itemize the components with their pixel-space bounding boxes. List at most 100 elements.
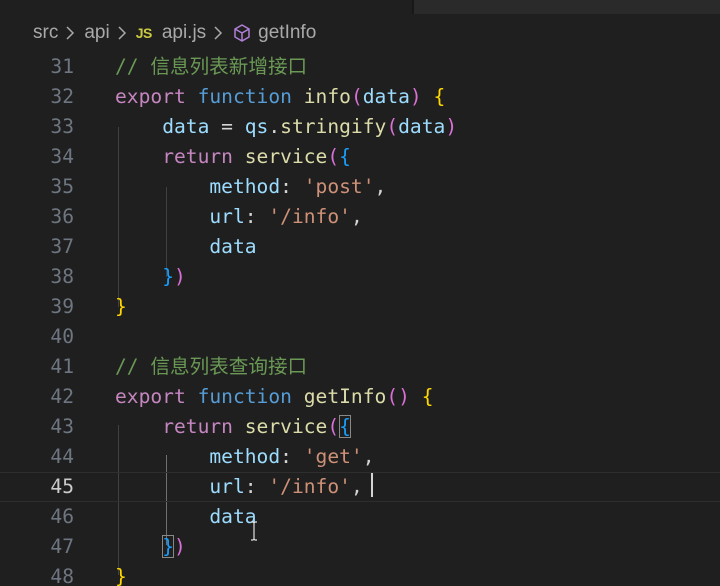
active-tab[interactable] xyxy=(0,0,412,14)
code-token: method xyxy=(209,175,281,198)
code-token: ) xyxy=(173,265,186,288)
code-line[interactable]: 35 method: 'post', xyxy=(0,172,720,202)
code-token: url xyxy=(209,205,245,228)
code-token: '/info' xyxy=(268,475,351,498)
code-token: } xyxy=(162,265,174,288)
line-content[interactable]: method: 'get', xyxy=(115,442,374,472)
line-content[interactable]: data xyxy=(115,232,257,262)
code-line[interactable]: 37 data xyxy=(0,232,720,262)
line-number: 34 xyxy=(50,145,74,168)
breadcrumb-symbol[interactable]: getInfo xyxy=(258,22,316,44)
code-token: ( xyxy=(386,115,399,138)
line-number: 43 xyxy=(50,415,74,438)
line-content[interactable]: } xyxy=(115,562,127,586)
code-line[interactable]: 36 url: '/info', xyxy=(0,202,720,232)
line-content[interactable]: data xyxy=(115,502,256,532)
code-line[interactable]: 33 data = qs.stringify(data) xyxy=(0,112,720,142)
code-token: } xyxy=(162,535,174,558)
code-editor[interactable]: src api JS api.js getInfo 31// 信息列表新增接口 3… xyxy=(0,0,720,586)
breadcrumb-api[interactable]: api xyxy=(84,22,109,44)
code-token: function xyxy=(197,385,292,408)
code-token: data xyxy=(209,235,257,258)
line-content[interactable]: // 信息列表新增接口 xyxy=(115,52,307,82)
code-area[interactable]: 31// 信息列表新增接口 32 export function info(data… xyxy=(0,52,720,586)
line-content[interactable]: url: '/info', xyxy=(115,202,362,232)
line-content[interactable]: data = qs.stringify(data) xyxy=(115,112,457,142)
inactive-tab[interactable] xyxy=(414,0,720,14)
code-line[interactable]: 46 data xyxy=(0,502,720,532)
code-token: method xyxy=(209,445,281,468)
line-content[interactable]: url: '/info', xyxy=(115,473,363,501)
code-token: 'get' xyxy=(303,445,363,468)
code-token: ) xyxy=(173,535,186,558)
code-token: info xyxy=(303,85,351,108)
code-token: ) xyxy=(409,85,422,108)
text-cursor xyxy=(371,473,373,497)
code-line[interactable]: 45 url: '/info', xyxy=(0,472,720,502)
code-token: url xyxy=(209,475,245,498)
line-number: 41 xyxy=(50,355,74,378)
text-cursor-icon xyxy=(251,521,257,541)
code-token: ( xyxy=(350,85,363,108)
line-content[interactable]: export function getInfo() { xyxy=(115,382,434,412)
code-line[interactable]: 38 }) xyxy=(0,262,720,292)
line-number: 37 xyxy=(50,235,74,258)
line-number: 36 xyxy=(50,205,74,228)
line-number: 42 xyxy=(50,385,74,408)
chevron-right-icon xyxy=(118,26,126,40)
line-content[interactable]: }) xyxy=(115,532,186,562)
code-token: } xyxy=(115,565,127,586)
code-line[interactable]: 34 return service({ xyxy=(0,142,720,172)
code-line[interactable]: 43 return service({ xyxy=(0,412,720,442)
code-line[interactable]: 48} xyxy=(0,562,720,586)
line-content[interactable]: }) xyxy=(115,262,186,292)
code-line[interactable]: 47 }) xyxy=(0,532,720,562)
code-token: { xyxy=(433,85,446,108)
chevron-right-icon xyxy=(214,26,223,40)
code-token: getInfo xyxy=(303,385,387,408)
code-line[interactable]: 41 // 信息列表查询接口 xyxy=(0,352,720,382)
code-line[interactable]: 32 export function info(data) { xyxy=(0,82,720,112)
code-token: stringify xyxy=(280,115,387,138)
line-number: 48 xyxy=(50,565,74,586)
breadcrumb: src api JS api.js getInfo xyxy=(0,14,720,52)
code-token: , xyxy=(374,175,387,198)
code-line[interactable]: 31 // 信息列表新增接口 xyxy=(0,52,720,82)
code-line[interactable]: 39} xyxy=(0,292,720,322)
code-token: // 信息列表新增接口 xyxy=(115,55,308,78)
code-token: : xyxy=(244,475,269,498)
code-token: data xyxy=(398,115,446,138)
line-content[interactable]: export function info(data) { xyxy=(115,82,445,112)
code-line[interactable]: 40 xyxy=(0,322,720,352)
code-token: '/info' xyxy=(268,205,351,228)
line-content[interactable]: method: 'post', xyxy=(115,172,386,202)
code-line[interactable]: 42 export function getInfo() { xyxy=(0,382,720,412)
breadcrumb-file[interactable]: api.js xyxy=(162,22,206,44)
chevron-right-icon xyxy=(66,26,75,40)
code-token: function xyxy=(197,85,292,108)
code-token: () xyxy=(386,385,410,408)
code-token: { xyxy=(421,385,434,408)
line-content[interactable]: // 信息列表查询接口 xyxy=(115,352,307,382)
line-content[interactable]: } xyxy=(115,292,127,322)
breadcrumb-src[interactable]: src xyxy=(33,22,58,44)
line-number: 38 xyxy=(50,265,74,288)
code-token: , xyxy=(350,475,363,498)
line-content[interactable]: return service({ xyxy=(115,412,351,442)
code-token: service xyxy=(244,145,328,168)
code-token: ( xyxy=(327,145,340,168)
line-content[interactable]: return service({ xyxy=(115,142,351,172)
code-token: ) xyxy=(445,115,458,138)
code-line[interactable]: 44 method: 'get', xyxy=(0,442,720,472)
